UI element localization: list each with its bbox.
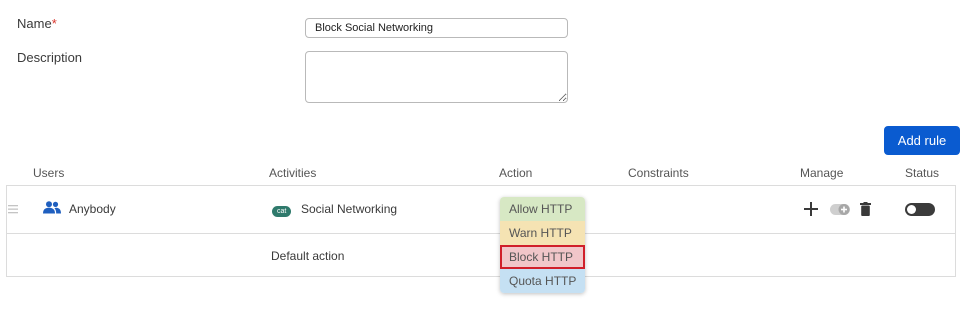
column-header-action: Action [499,166,533,180]
add-toggle-icon[interactable] [830,203,852,216]
users-group-icon [43,201,61,214]
action-option-quota-http[interactable]: Quota HTTP [500,269,585,293]
action-option-block-http[interactable]: Block HTTP [500,245,585,269]
column-header-manage: Manage [800,166,844,180]
rule-activity: Social Networking [301,202,398,216]
description-label: Description [17,50,83,65]
toggle-knob [907,205,916,214]
action-option-warn-http[interactable]: Warn HTTP [500,221,585,245]
trash-icon[interactable] [860,202,871,216]
category-badge: cat [272,206,292,217]
column-header-status: Status [905,166,940,180]
drag-handle-icon[interactable] [8,205,18,214]
rule-user: Anybody [69,202,116,216]
action-option-allow-http[interactable]: Allow HTTP [500,197,585,221]
column-header-activities: Activities [269,166,317,180]
add-rule-button[interactable]: Add rule [884,126,960,155]
column-header-users: Users [33,166,65,180]
name-label: Name* [17,16,57,31]
column-header-constraints: Constraints [628,166,689,180]
plus-icon[interactable] [804,202,818,216]
required-marker: * [51,16,57,31]
status-toggle[interactable] [905,203,935,216]
row-divider [7,233,955,234]
rules-table: Anybody cat Social Networking Default ac… [6,185,956,277]
description-input[interactable] [305,51,568,103]
default-action-label: Default action [271,249,345,263]
name-input[interactable] [305,18,568,38]
